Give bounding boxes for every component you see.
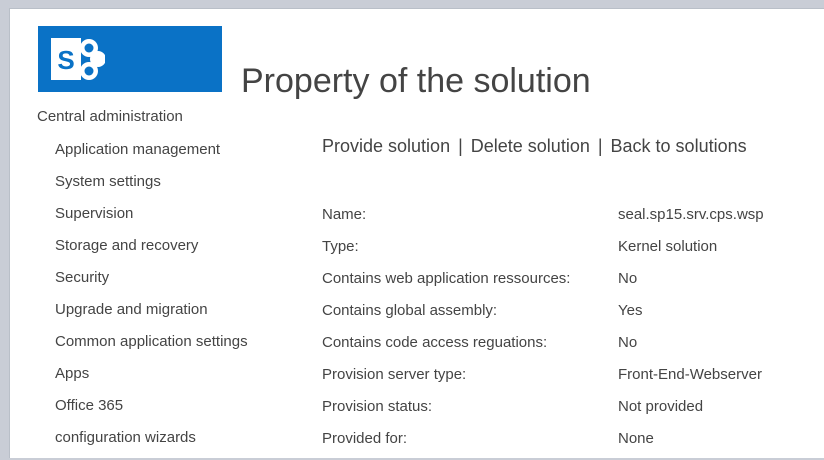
sharepoint-logo[interactable]: S: [38, 26, 222, 92]
property-value: seal.sp15.srv.cps.wsp: [618, 206, 764, 223]
sidebar-item-configuration-wizards[interactable]: configuration wizards: [55, 427, 248, 459]
property-row-type: Type: Kernel solution: [322, 236, 792, 268]
page-title: Property of the solution: [241, 62, 591, 100]
property-label: Name:: [322, 206, 367, 223]
solution-properties-table: Name: seal.sp15.srv.cps.wsp Type: Kernel…: [322, 204, 792, 460]
sidebar-item-office-365[interactable]: Office 365: [55, 395, 248, 427]
sidebar-item-apps[interactable]: Apps: [55, 363, 248, 395]
sidebar-item-upgrade-and-migration[interactable]: Upgrade and migration: [55, 299, 248, 331]
property-row-code-access-regulations: Contains code access reguations: No: [322, 332, 792, 364]
property-value: Yes: [618, 302, 643, 319]
sharepoint-logo-icon: S: [51, 38, 105, 80]
property-value: Not provided: [618, 398, 704, 415]
property-value: None: [618, 430, 654, 447]
property-label: Provision server type:: [322, 366, 467, 383]
back-to-solutions-link[interactable]: Back to solutions: [611, 136, 747, 156]
logo-letter: S: [57, 45, 74, 75]
action-separator: |: [597, 136, 603, 156]
sidebar-item-application-management[interactable]: Application management: [55, 139, 248, 171]
property-label: Contains code access reguations:: [322, 334, 548, 351]
property-label: Type:: [322, 238, 359, 255]
property-row-provided-for: Provided for: None: [322, 428, 792, 460]
property-value: No: [618, 334, 638, 351]
page-frame: S Property of the solution Central admin…: [9, 8, 824, 458]
property-row-provision-status: Provision status: Not provided: [322, 396, 792, 428]
property-row-provision-server-type: Provision server type: Front-End-Webserv…: [322, 364, 792, 396]
solution-actions-bar: Provide solution | Delete solution | Back to…: [322, 136, 747, 157]
property-label: Contains web application ressources:: [322, 270, 571, 287]
action-separator: |: [458, 136, 463, 156]
provide-solution-link[interactable]: Provide solution: [322, 136, 450, 156]
property-row-global-assembly: Contains global assembly: Yes: [322, 300, 792, 332]
property-label: Contains global assembly:: [322, 302, 498, 319]
sidebar-item-storage-and-recovery[interactable]: Storage and recovery: [55, 235, 248, 267]
property-row-web-application-resources: Contains web application ressources: No: [322, 268, 792, 300]
property-label: Provision status:: [322, 398, 433, 415]
delete-solution-link[interactable]: Delete solution: [471, 136, 590, 156]
property-row-name: Name: seal.sp15.srv.cps.wsp: [322, 204, 792, 236]
property-value: Kernel solution: [618, 238, 718, 255]
sidebar-item-security[interactable]: Security: [55, 267, 248, 299]
property-value: No: [618, 270, 638, 287]
sidebar-nav: Application management System settings S…: [55, 139, 248, 459]
sidebar-item-supervision[interactable]: Supervision: [55, 203, 248, 235]
property-value: Front-End-Webserver: [618, 366, 762, 383]
sidebar-item-common-application-settings[interactable]: Common application settings: [55, 331, 248, 363]
property-label: Provided for:: [322, 430, 408, 447]
sidebar-item-system-settings[interactable]: System settings: [55, 171, 248, 203]
sidebar-heading-central-administration[interactable]: Central administration: [37, 108, 183, 125]
